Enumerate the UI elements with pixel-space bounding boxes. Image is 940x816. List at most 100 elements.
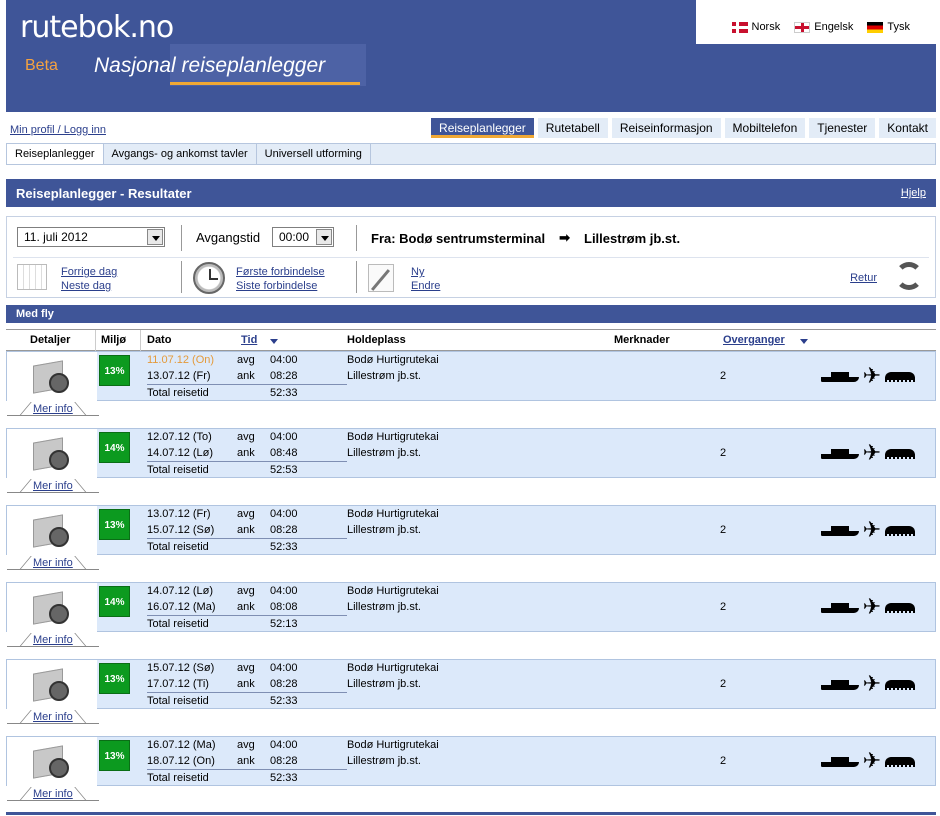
arr-label: ank xyxy=(237,447,255,459)
map-compass-icon[interactable] xyxy=(31,744,71,780)
col-time-sort[interactable]: Tid xyxy=(241,334,257,346)
ship-icon xyxy=(820,523,859,537)
more-info-link[interactable]: Mer info xyxy=(33,480,73,492)
lang-label: Norsk xyxy=(751,21,781,33)
back-link[interactable]: Retur xyxy=(850,272,877,284)
arrival-date: 15.07.12 (Sø) xyxy=(147,524,215,536)
eco-badge: 13% xyxy=(99,740,130,771)
arrival-stop: Lillestrøm jb.st. xyxy=(347,524,421,536)
date-select[interactable]: 11. juli 2012 xyxy=(17,227,165,247)
arrival-date: 16.07.12 (Ma) xyxy=(147,601,216,613)
arrival-stop: Lillestrøm jb.st. xyxy=(347,755,421,767)
col-notes: Merknader xyxy=(614,334,670,346)
ship-icon xyxy=(820,446,859,460)
train-icon xyxy=(885,524,915,536)
time-select[interactable]: 00:00 xyxy=(272,227,334,247)
ship-icon xyxy=(820,677,859,691)
site-logo[interactable]: rutebok.no xyxy=(20,10,174,45)
eco-badge: 13% xyxy=(99,509,130,540)
new-search-link[interactable]: Ny xyxy=(411,266,424,278)
dep-label: avg xyxy=(237,508,255,520)
more-info-link[interactable]: Mer info xyxy=(33,403,73,415)
airplane-icon: ✈ xyxy=(862,517,881,542)
first-connection-link[interactable]: Første forbindelse xyxy=(236,266,325,278)
map-compass-icon[interactable] xyxy=(31,359,71,395)
map-compass-icon[interactable] xyxy=(31,513,71,549)
departure-time: 04:00 xyxy=(270,662,298,674)
sort-down-icon[interactable] xyxy=(270,339,278,344)
total-time: 52:13 xyxy=(270,618,298,630)
refresh-icon[interactable] xyxy=(895,262,923,290)
result-row: Mer info 13% 16.07.12 (Ma) avg 04:00 Bod… xyxy=(6,736,936,801)
departure-stop: Bodø Hurtigrutekai xyxy=(347,739,439,751)
norway-flag-icon xyxy=(731,21,748,33)
nav-reiseinformasjon[interactable]: Reiseinformasjon xyxy=(611,118,721,138)
nav-tjenester[interactable]: Tjenester xyxy=(809,118,876,138)
arrival-stop: Lillestrøm jb.st. xyxy=(347,447,421,459)
arrival-date: 13.07.12 (Fr) xyxy=(147,370,211,382)
lang-engelsk[interactable]: Engelsk xyxy=(794,21,853,33)
arrival-date: 17.07.12 (Ti) xyxy=(147,678,209,690)
col-date: Dato xyxy=(147,334,172,346)
more-info-link[interactable]: Mer info xyxy=(33,634,73,646)
page-title-bar: Reiseplanlegger - Resultater Hjelp xyxy=(6,179,936,207)
subnav-universell[interactable]: Universell utforming xyxy=(257,144,371,164)
total-time: 52:33 xyxy=(270,387,298,399)
eco-badge: 14% xyxy=(99,586,130,617)
departure-date: 15.07.12 (Sø) xyxy=(147,662,215,674)
total-label: Total reisetid xyxy=(147,695,209,707)
lang-label: Tysk xyxy=(887,21,910,33)
subnav-tavler[interactable]: Avgangs- og ankomst tavler xyxy=(104,144,257,164)
nav-reiseplanlegger[interactable]: Reiseplanlegger xyxy=(431,118,534,138)
subnav-reiseplanlegger[interactable]: Reiseplanlegger xyxy=(7,144,104,164)
last-connection-link[interactable]: Siste forbindelse xyxy=(236,280,317,292)
profile-login-link[interactable]: Min profil / Logg inn xyxy=(10,124,106,136)
dep-label: avg xyxy=(237,585,255,597)
map-compass-icon[interactable] xyxy=(31,667,71,703)
col-transfers-sort[interactable]: Overganger xyxy=(723,334,785,346)
more-info-link[interactable]: Mer info xyxy=(33,557,73,569)
transfers-count: 2 xyxy=(720,601,727,613)
arrival-time: 08:28 xyxy=(270,524,298,536)
search-panel: 11. juli 2012 Avgangstid 00:00 Fra: Bodø… xyxy=(6,216,936,298)
nav-mobiltelefon[interactable]: Mobiltelefon xyxy=(724,118,806,138)
clock-icon xyxy=(193,262,225,294)
lang-norsk[interactable]: Norsk xyxy=(731,21,781,33)
total-label: Total reisetid xyxy=(147,541,209,553)
arrival-date: 14.07.12 (Lø) xyxy=(147,447,214,459)
dep-label: avg xyxy=(237,739,255,751)
more-info-link[interactable]: Mer info xyxy=(33,711,73,723)
transport-modes: ✈ xyxy=(820,517,915,542)
map-compass-icon[interactable] xyxy=(31,436,71,472)
departure-date: 12.07.12 (To) xyxy=(147,431,212,443)
arrival-time: 08:28 xyxy=(270,370,298,382)
departure-time: 04:00 xyxy=(270,508,298,520)
transport-modes: ✈ xyxy=(820,750,915,772)
sort-down-icon[interactable] xyxy=(800,339,808,344)
total-time: 52:33 xyxy=(270,695,298,707)
chevron-down-icon[interactable] xyxy=(316,229,332,245)
more-info-link[interactable]: Mer info xyxy=(33,788,73,800)
transport-modes: ✈ xyxy=(820,365,915,387)
departure-time: 04:00 xyxy=(270,585,298,597)
transport-modes: ✈ xyxy=(820,596,915,618)
map-compass-icon[interactable] xyxy=(31,590,71,626)
help-link[interactable]: Hjelp xyxy=(901,187,926,199)
train-icon xyxy=(885,447,915,459)
nav-rutetabell[interactable]: Rutetabell xyxy=(537,118,608,138)
prev-day-link[interactable]: Forrige dag xyxy=(61,266,117,278)
transfers-count: 2 xyxy=(720,678,727,690)
arrow-right-icon: ➡ xyxy=(559,230,570,245)
route-to: Lillestrøm jb.st. xyxy=(584,230,681,246)
transfers-count: 2 xyxy=(720,755,727,767)
beta-label: Beta xyxy=(25,57,58,74)
chevron-down-icon[interactable] xyxy=(147,229,163,245)
result-row: Mer info 14% 12.07.12 (To) avg 04:00 Bod… xyxy=(6,428,936,493)
lang-tysk[interactable]: Tysk xyxy=(867,21,910,33)
nav-kontakt[interactable]: Kontakt xyxy=(879,118,936,138)
total-time: 52:33 xyxy=(270,772,298,784)
edit-search-link[interactable]: Endre xyxy=(411,280,440,292)
page-title: Reiseplanlegger - Resultater xyxy=(16,186,192,201)
uk-flag-icon xyxy=(794,21,811,33)
next-day-link[interactable]: Neste dag xyxy=(61,280,111,292)
